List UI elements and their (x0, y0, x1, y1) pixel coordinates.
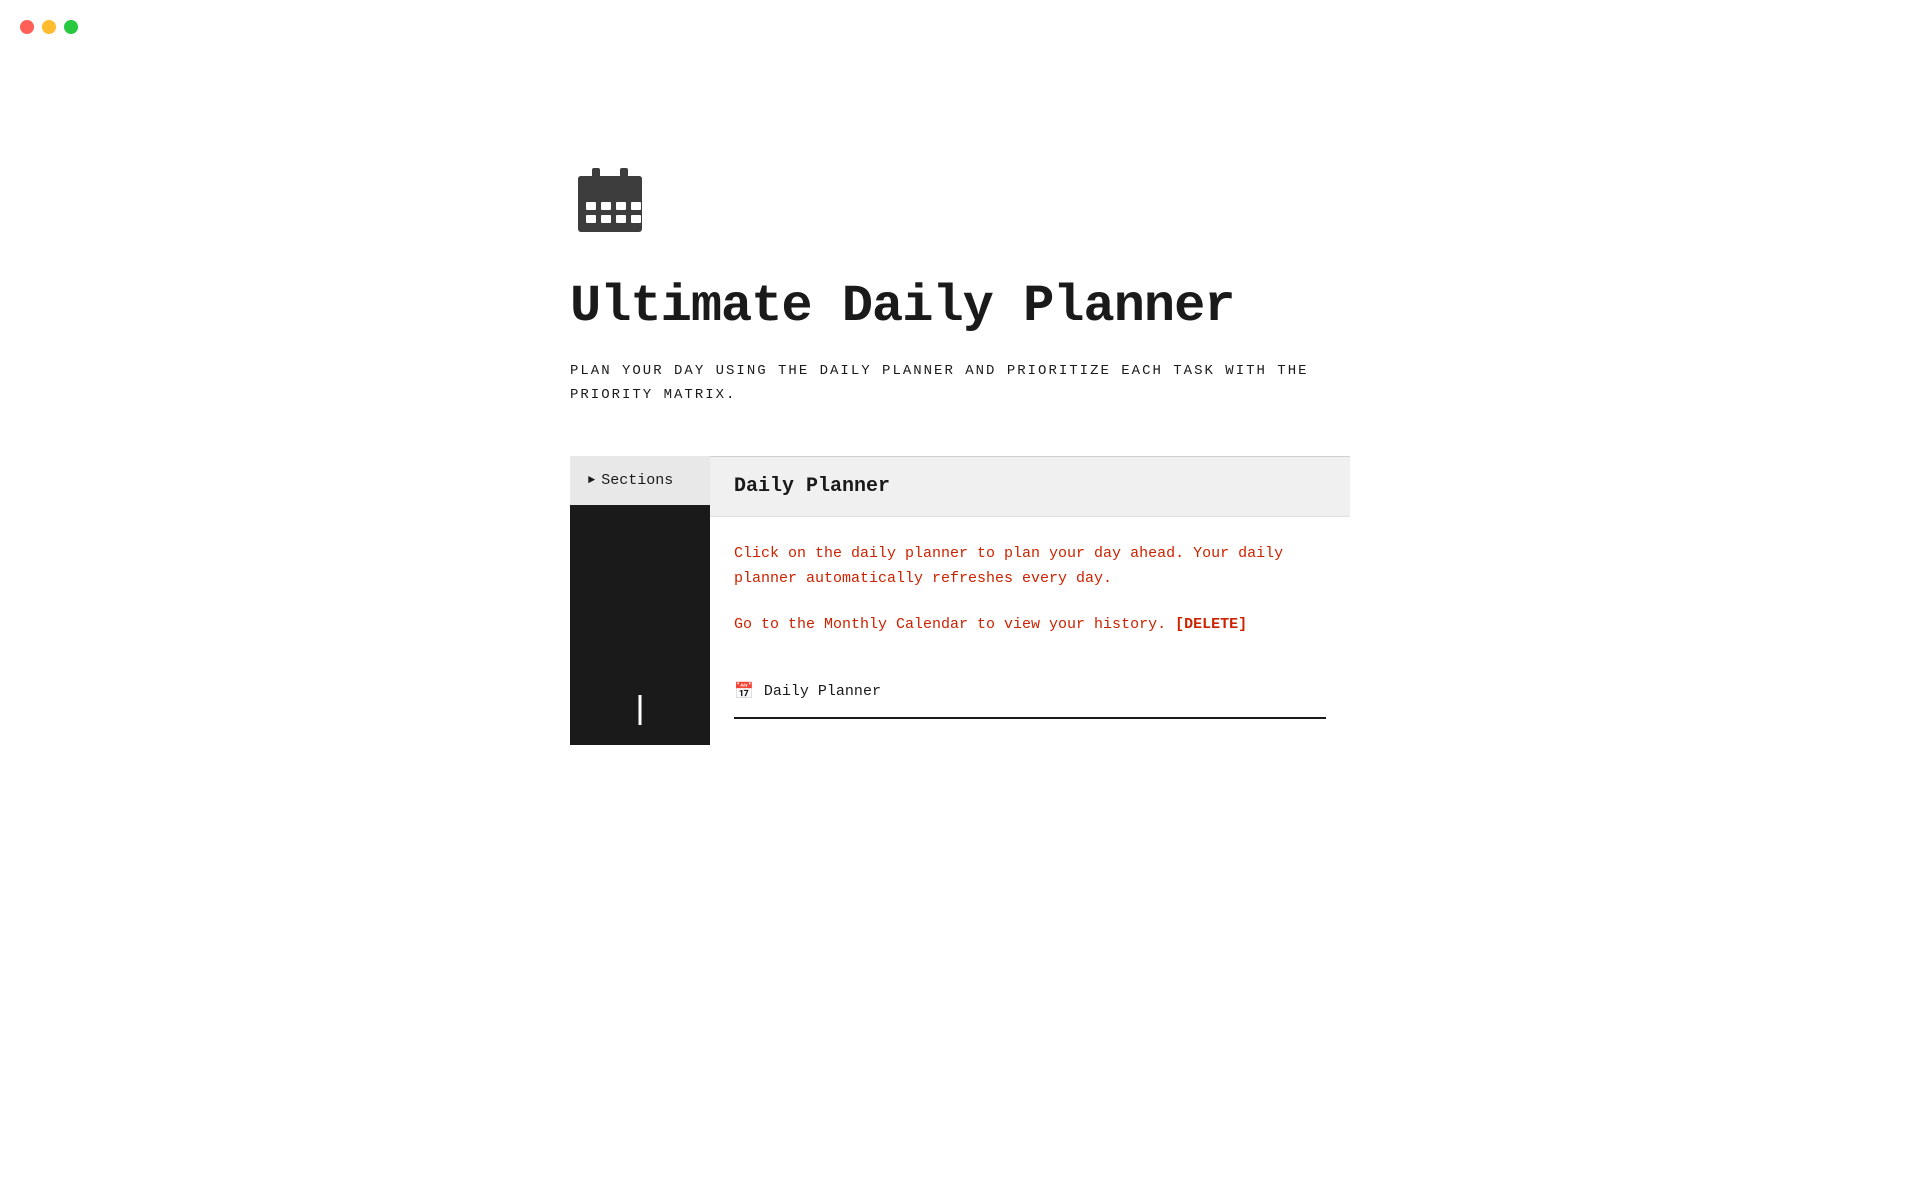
section-title: Daily Planner (734, 475, 890, 498)
planner-link-icon: 📅 (734, 681, 754, 701)
sidebar-preview (570, 505, 710, 745)
main-panel: Daily Planner Click on the daily planner… (710, 456, 1350, 720)
delete-link[interactable]: [DELETE] (1175, 616, 1247, 633)
section-description-1: Click on the daily planner to plan your … (734, 541, 1326, 592)
arrow-icon: ► (588, 473, 595, 487)
planner-link-text: Daily Planner (764, 683, 881, 700)
minimize-button[interactable] (42, 20, 56, 34)
section-description-2: Go to the Monthly Calendar to view your … (734, 612, 1326, 638)
main-content: Ultimate Daily Planner PLAN YOUR DAY USI… (410, 0, 1510, 805)
sidebar-sections-toggle[interactable]: ► Sections (570, 456, 710, 505)
daily-planner-link[interactable]: 📅 Daily Planner (734, 665, 1326, 719)
maximize-button[interactable] (64, 20, 78, 34)
page-subtitle: PLAN YOUR DAY USING THE DAILY PLANNER AN… (570, 360, 1350, 408)
section-header: Daily Planner (710, 457, 1350, 517)
section-body: Click on the daily planner to plan your … (710, 517, 1350, 720)
calendar-icon-wrapper (570, 160, 1350, 245)
close-button[interactable] (20, 20, 34, 34)
page-title: Ultimate Daily Planner (570, 277, 1350, 336)
sidebar-sections-label: Sections (601, 472, 673, 489)
sidebar: ► Sections (570, 456, 710, 745)
traffic-lights (20, 20, 78, 34)
calendar-icon (570, 160, 650, 240)
description-2-text: Go to the Monthly Calendar to view your … (734, 616, 1166, 633)
two-column-layout: ► Sections Daily Planner Click on the da… (570, 456, 1350, 745)
sidebar-preview-bar (639, 695, 642, 725)
